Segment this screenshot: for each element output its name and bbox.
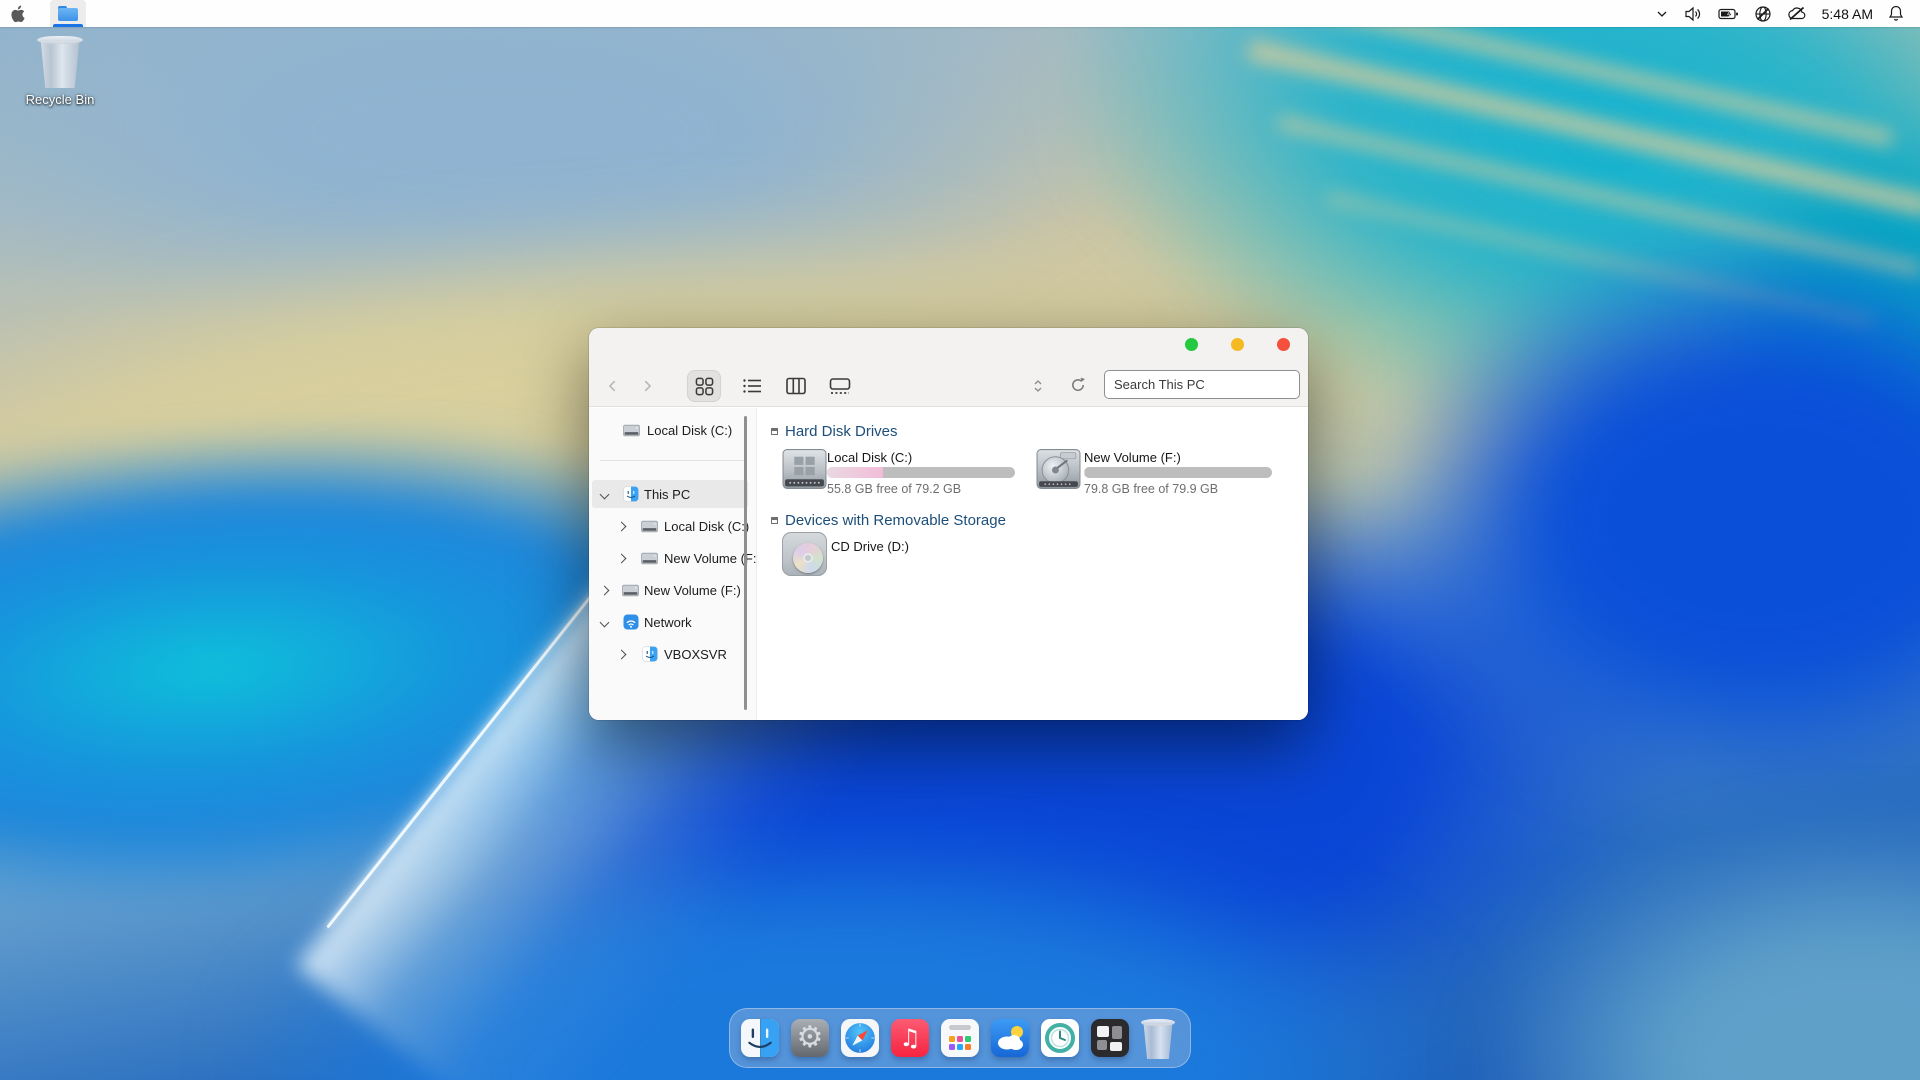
sidebar-item-local-disk-c[interactable]: Local Disk (C:) [592, 512, 749, 540]
chevron-right-icon[interactable] [599, 585, 610, 595]
dock-safari-icon[interactable] [841, 1019, 879, 1057]
usage-bar [827, 467, 1015, 478]
section-header-hard-disk-drives[interactable]: Hard Disk Drives [771, 423, 898, 440]
desktop: 5:48 AM Recycle Bin Search This PC Local… [0, 0, 1920, 1080]
close-button[interactable] [1277, 338, 1290, 351]
hard-drive-icon [623, 422, 640, 439]
menu-bar: 5:48 AM [0, 0, 1920, 27]
folder-icon [58, 6, 78, 21]
sidebar-item-new-volume-f[interactable]: New Volume (F:) [592, 576, 748, 604]
group-collapse-icon[interactable] [771, 517, 778, 524]
window-titlebar[interactable] [589, 328, 1308, 407]
dock-trash-icon[interactable] [1141, 1019, 1179, 1059]
sort-control[interactable] [1032, 378, 1046, 394]
finder-face-icon [641, 646, 658, 663]
sidebar: Local Disk (C:) This PC Local Disk (C:) [589, 408, 757, 720]
notification-bell-icon[interactable] [1888, 5, 1904, 22]
chevron-right-icon[interactable] [616, 553, 627, 563]
cloud-offline-icon[interactable] [1787, 6, 1807, 21]
sidebar-item-this-pc[interactable]: This PC [592, 480, 748, 508]
dock-launchpad-icon[interactable] [941, 1019, 979, 1057]
dock-window-tiles-icon[interactable] [1091, 1019, 1129, 1057]
chevron-right-icon[interactable] [616, 521, 627, 531]
hard-disk-open-icon [1036, 449, 1081, 489]
group-collapse-icon[interactable] [771, 428, 778, 435]
column-view-button[interactable] [779, 370, 813, 402]
hard-drive-icon [622, 582, 639, 599]
refresh-icon [1072, 377, 1085, 391]
drive-name: New Volume (F:) [1084, 450, 1181, 465]
sidebar-divider [600, 460, 744, 461]
clock[interactable]: 5:48 AM [1822, 6, 1873, 22]
maximize-button[interactable] [1185, 338, 1198, 351]
drive-name: CD Drive (D:) [831, 539, 909, 554]
column-view-icon [786, 377, 806, 395]
file-explorer-window: Local Disk (C:) This PC Local Disk (C:) [589, 328, 1308, 720]
apple-logo-icon [10, 5, 25, 22]
gallery-view-button[interactable] [823, 370, 857, 402]
sidebar-scrollbar[interactable] [744, 416, 747, 710]
minimize-button[interactable] [1231, 338, 1244, 351]
dock-time-machine-icon[interactable] [1041, 1019, 1079, 1057]
content-pane: Hard Disk Drives Local Disk (C:) 55.8 GB… [757, 408, 1308, 720]
refresh-button[interactable] [1069, 376, 1089, 396]
drive-free-space: 79.8 GB free of 79.9 GB [1084, 482, 1219, 496]
search-input[interactable] [1104, 370, 1300, 399]
hard-disk-icon [782, 449, 827, 489]
grid-view-button[interactable] [687, 370, 721, 402]
recycle-bin-label: Recycle Bin [25, 92, 95, 107]
network-offline-icon[interactable] [1754, 5, 1772, 23]
forward-button[interactable] [635, 374, 659, 398]
active-app-indicator [53, 24, 83, 27]
dock-music-icon[interactable]: ♫ [891, 1019, 929, 1057]
grid-view-icon [695, 377, 713, 395]
dock-system-settings-icon[interactable]: ⚙ [791, 1019, 829, 1057]
dock-weather-icon[interactable] [991, 1019, 1029, 1057]
back-button[interactable] [601, 374, 625, 398]
sidebar-item-vboxsvr[interactable]: VBOXSVR [592, 640, 748, 668]
list-view-button[interactable] [735, 370, 769, 402]
tray-chevron-icon[interactable] [1655, 7, 1669, 21]
volume-icon[interactable] [1684, 6, 1703, 22]
chevron-down-icon[interactable] [599, 489, 610, 499]
battery-icon[interactable] [1718, 7, 1739, 21]
chevron-right-icon[interactable] [616, 649, 627, 659]
usage-bar [1084, 467, 1272, 478]
drive-free-space: 55.8 GB free of 79.2 GB [827, 482, 962, 496]
finder-face-icon [622, 486, 639, 503]
chevron-right-icon [644, 380, 652, 392]
chevron-left-icon [608, 380, 616, 392]
sidebar-item-new-volume-f-child[interactable]: New Volume (F: [592, 544, 756, 572]
hard-drive-icon [641, 550, 658, 567]
gallery-view-icon [829, 378, 851, 394]
dock-finder-icon[interactable] [741, 1019, 779, 1057]
sidebar-item-network[interactable]: Network [592, 608, 748, 636]
taskbar-active-app-file-explorer[interactable] [50, 0, 86, 27]
recycle-bin-icon [37, 36, 83, 88]
drive-name: Local Disk (C:) [827, 450, 913, 465]
hard-drive-icon [641, 518, 658, 535]
recycle-bin-shortcut[interactable]: Recycle Bin [12, 36, 108, 107]
section-header-removable-storage[interactable]: Devices with Removable Storage [771, 512, 1006, 529]
sidebar-item-local-disk-c-scrolled[interactable]: Local Disk (C:) [592, 416, 748, 444]
apple-menu[interactable] [0, 0, 34, 27]
sort-chevrons-icon [1034, 380, 1042, 392]
list-view-icon [743, 379, 761, 393]
network-globe-icon [622, 614, 639, 631]
chevron-down-icon[interactable] [599, 617, 610, 627]
dock: ⚙ ♫ [729, 1008, 1191, 1068]
cd-drive-icon [782, 532, 827, 576]
